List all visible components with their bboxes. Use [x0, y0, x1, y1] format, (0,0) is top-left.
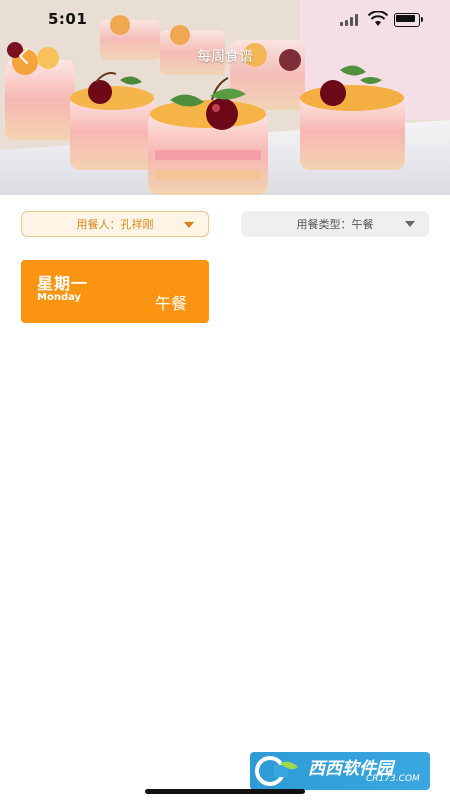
meal-type-dropdown-label: 用餐类型：午餐 — [296, 218, 374, 231]
site-watermark: 西西软件园 CR173.COM — [250, 752, 430, 790]
cellular-signal-icon — [340, 14, 358, 26]
day-name-cn: 星期一 — [37, 274, 89, 293]
page-title: 每周食谱 — [197, 49, 253, 65]
battery-icon — [394, 13, 420, 27]
home-indicator — [145, 789, 305, 794]
day-name-en: Monday — [37, 292, 82, 303]
status-bar: 5:01 — [0, 0, 450, 40]
caret-down-icon — [405, 221, 415, 227]
meal-type-dropdown[interactable]: 用餐类型：午餐 — [241, 211, 429, 237]
watermark-site: CR173.COM — [366, 774, 420, 784]
watermark-logo-icon — [255, 756, 298, 786]
battery-tip — [421, 17, 423, 22]
day-card-monday[interactable]: 星期一 Monday 午餐 — [21, 260, 209, 323]
status-time: 5:01 — [48, 10, 88, 28]
diner-dropdown-label: 用餐人：孔祥刚 — [76, 218, 154, 231]
caret-down-icon — [184, 222, 194, 228]
wifi-icon — [368, 11, 388, 26]
diner-dropdown[interactable]: 用餐人：孔祥刚 — [21, 211, 209, 237]
meal-label: 午餐 — [154, 294, 187, 313]
